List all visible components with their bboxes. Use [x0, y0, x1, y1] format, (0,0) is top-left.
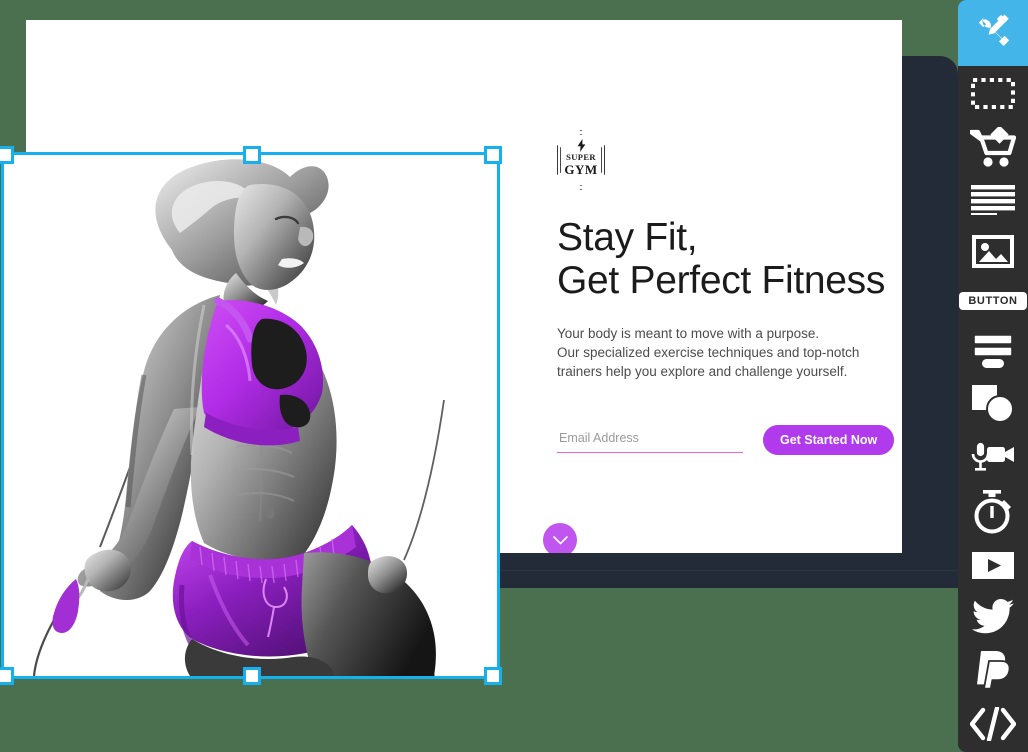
- button-chip-icon: BUTTON: [959, 292, 1027, 311]
- selection-handle-bottom-left[interactable]: [0, 667, 14, 685]
- text-lines-icon: [971, 185, 1015, 216]
- scroll-down-button[interactable]: [543, 523, 577, 553]
- hero-image: [4, 155, 497, 676]
- square-circle-icon: [972, 385, 1014, 424]
- signup-form: Get Started Now: [557, 425, 902, 455]
- toolbar-item-section[interactable]: [958, 66, 1028, 122]
- right-toolbar: BUTTON: [958, 0, 1028, 752]
- toolbar-item-video[interactable]: [958, 541, 1028, 591]
- toolbar-item-countdown[interactable]: [958, 483, 1028, 540]
- toolbar-item-image[interactable]: [958, 225, 1028, 277]
- hero-subcopy: Your body is meant to move with a purpos…: [557, 326, 860, 379]
- badge-label-gym: GYM: [564, 162, 598, 177]
- paypal-icon: [975, 649, 1011, 690]
- selection-handle-top-right[interactable]: [484, 146, 502, 164]
- hero-text-column: SUPER GYM Stay Fit, Get Perfect Fitness …: [531, 130, 902, 455]
- hero-image-element[interactable]: [1, 152, 500, 679]
- selection-handle-bottom-right[interactable]: [484, 667, 502, 685]
- toolbar-item-tools[interactable]: [958, 0, 1028, 66]
- selection-handle-top-left[interactable]: [0, 146, 14, 164]
- shopping-cart-icon: [970, 127, 1016, 169]
- app-root: SUPER GYM Stay Fit, Get Perfect Fitness …: [0, 0, 1028, 752]
- page-title: Stay Fit, Get Perfect Fitness: [557, 216, 886, 302]
- toolbar-item-button[interactable]: BUTTON: [958, 277, 1028, 325]
- toolbar-item-form[interactable]: [958, 325, 1028, 377]
- toolbar-item-shapes[interactable]: [958, 377, 1028, 431]
- dashed-rectangle-icon: [971, 78, 1015, 110]
- chevron-down-icon: [552, 535, 568, 545]
- play-video-icon: [972, 552, 1014, 580]
- email-field[interactable]: [557, 427, 743, 453]
- toolbar-item-twitter[interactable]: [958, 591, 1028, 643]
- wrench-pen-tools-icon: [974, 11, 1012, 54]
- stopwatch-icon: [971, 489, 1015, 534]
- selection-handle-bottom-middle[interactable]: [243, 667, 261, 685]
- toolbar-item-text[interactable]: [958, 175, 1028, 225]
- super-gym-badge: SUPER GYM: [557, 130, 605, 190]
- toolbar-item-store[interactable]: [958, 121, 1028, 175]
- code-brackets-icon: [970, 707, 1016, 742]
- image-icon: [972, 234, 1014, 268]
- selection-handle-top-middle[interactable]: [243, 146, 261, 164]
- twitter-bird-icon: [972, 599, 1014, 634]
- get-started-button[interactable]: Get Started Now: [763, 425, 895, 455]
- mic-video-camera-icon: [971, 442, 1015, 472]
- toolbar-item-paypal[interactable]: [958, 643, 1028, 697]
- toolbar-item-embed[interactable]: [958, 696, 1028, 752]
- form-fields-icon: [973, 334, 1013, 369]
- badge-label-super: SUPER: [566, 152, 596, 162]
- toolbar-item-media[interactable]: [958, 431, 1028, 483]
